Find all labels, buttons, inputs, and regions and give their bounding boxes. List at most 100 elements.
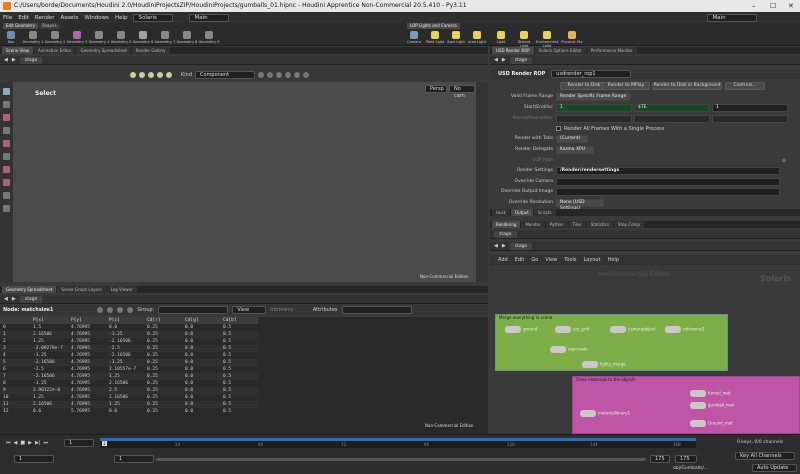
key-all-channels-button[interactable]: Key All Channels: [735, 452, 795, 460]
select-prim-icon[interactable]: [139, 72, 145, 78]
override-res-select[interactable]: None (USD Settings): [556, 199, 604, 211]
table-row[interactable]: 0 1.5 4.76995 0.0 0.25 0.0 0.5: [0, 324, 258, 331]
tab-animation-editor[interactable]: Animation Editor: [33, 47, 76, 54]
tab-performance-monitor[interactable]: Performance Monitor: [586, 47, 637, 54]
render-stage-path[interactable]: stage: [494, 230, 517, 238]
network-menu-tools[interactable]: Tools: [564, 257, 576, 263]
step-back-icon[interactable]: ◀: [14, 440, 18, 446]
table-row[interactable]: 2 1.25 4.76995 -2.16506 0.25 0.0 0.5: [0, 338, 258, 345]
rotate-icon[interactable]: [3, 114, 10, 121]
right-context-select[interactable]: Main: [707, 13, 758, 22]
back-icon[interactable]: ◀: [4, 57, 8, 63]
column-header[interactable]: Cd[b]: [220, 317, 258, 324]
menu-help[interactable]: Help: [115, 15, 128, 21]
jump-start-icon[interactable]: ⏮: [6, 440, 11, 446]
view-icon[interactable]: [3, 153, 10, 160]
stage-path[interactable]: stage: [19, 56, 43, 64]
tool-icon-3[interactable]: [276, 72, 283, 78]
column-header[interactable]: Cd[r]: [144, 317, 182, 324]
scale-icon[interactable]: [3, 127, 10, 134]
node-ground[interactable]: ground: [505, 326, 537, 333]
render-to-mplay-button[interactable]: Render to MPlay: [602, 82, 650, 90]
tab-monitor[interactable]: Monitor: [521, 221, 545, 228]
tab-log-viewer[interactable]: Log Viewer: [106, 286, 137, 293]
vertex-mode-icon[interactable]: [107, 307, 114, 313]
shelf-tool-area-light[interactable]: Area Light: [466, 31, 488, 44]
forward-icon[interactable]: ▶: [12, 296, 16, 302]
tab-scripts[interactable]: Scripts: [533, 209, 556, 216]
range-start-input[interactable]: 1: [114, 455, 154, 463]
select-geo-icon[interactable]: [148, 72, 154, 78]
shelf-tool-geo4[interactable]: Geometry 4: [88, 31, 110, 44]
shelf-tool-camera[interactable]: Camera: [403, 31, 425, 44]
playhead[interactable]: 1: [102, 441, 107, 446]
timeline-bar[interactable]: 1 24 48 72 96 120 144 168: [100, 438, 696, 448]
play-icon[interactable]: ▶: [28, 440, 32, 446]
column-header[interactable]: P[z]: [106, 317, 144, 324]
column-header[interactable]: P[y]: [68, 317, 106, 324]
detail-mode-icon[interactable]: [127, 307, 134, 313]
network-box-glass[interactable]: Glass materials to the objects: [572, 376, 800, 434]
table-row[interactable]: 8 -1.25 4.76995 2.16506 0.25 0.0 0.5: [0, 380, 258, 387]
shelf-tool-geo1[interactable]: Geometry 1: [22, 31, 44, 44]
node-ground-mat[interactable]: Ground_mat: [690, 420, 733, 427]
select-object-icon[interactable]: [157, 72, 163, 78]
back-icon[interactable]: ◀: [4, 296, 8, 302]
current-frame-field[interactable]: 1: [64, 439, 94, 447]
tool-icon-1[interactable]: [258, 72, 265, 78]
node-reference1[interactable]: reference1: [665, 326, 705, 333]
range-slider[interactable]: [156, 458, 646, 461]
shelf-tab-edit-geometry[interactable]: Edit Geometry: [3, 23, 38, 29]
tab-solaris-options[interactable]: Solaris Options Editor: [534, 47, 586, 54]
attributes-field[interactable]: [341, 306, 412, 314]
range-end-input[interactable]: 175: [650, 455, 670, 463]
tab-python[interactable]: Python: [545, 221, 568, 228]
network-menu-go[interactable]: Go: [531, 257, 538, 263]
select-arrow-icon[interactable]: [3, 88, 10, 95]
table-row[interactable]: 4 -1.25 4.76995 -2.16506 0.25 0.0 0.5: [0, 352, 258, 359]
render-to-disk-button[interactable]: Render to Disk: [560, 82, 608, 90]
render-background-button[interactable]: Render to Disk in Background: [652, 82, 722, 90]
tool-icon-2[interactable]: [267, 72, 274, 78]
camera-menu[interactable]: No cam: [449, 85, 475, 99]
minimize-icon[interactable]: –: [752, 0, 756, 12]
persp-menu[interactable]: Persp: [425, 85, 447, 93]
table-row[interactable]: 11 2.16506 4.76995 1.25 0.25 0.0 0.5: [0, 401, 258, 408]
network-menu-help[interactable]: Help: [608, 257, 619, 263]
inc-frame-field[interactable]: 1: [712, 104, 788, 112]
table-row[interactable]: 5 -2.16506 4.76995 -1.25 0.25 0.0 0.5: [0, 359, 258, 366]
context-select[interactable]: Main: [189, 13, 230, 22]
group-field[interactable]: [158, 306, 229, 314]
rop-name-field[interactable]: usdrender_rop1: [551, 70, 632, 78]
render-settings-field[interactable]: /Render/rendersettings: [556, 167, 780, 175]
tab-usd-render-rop[interactable]: USD Render ROP: [492, 47, 534, 54]
shelf-tool-geo5[interactable]: Geometry 5: [110, 31, 132, 44]
shelf-tool-point-light[interactable]: Point Light: [424, 31, 446, 44]
auto-update-button[interactable]: Auto Update: [752, 464, 797, 472]
light-tool-icon[interactable]: [3, 166, 10, 173]
postroll-field[interactable]: [634, 115, 710, 123]
preroll-field[interactable]: [556, 115, 632, 123]
shelf-tool-distant-light[interactable]: Distant Light: [513, 31, 535, 48]
camera-tool-icon[interactable]: [3, 179, 10, 186]
table-row[interactable]: 3 -2.09278e-7 4.76995 -2.5 0.25 0.0 0.5: [0, 345, 258, 352]
tab-rendering[interactable]: Rendering: [492, 221, 521, 228]
start-frame-input[interactable]: 1: [14, 455, 54, 463]
column-header[interactable]: [0, 317, 30, 324]
network-menu-view[interactable]: View: [545, 257, 557, 263]
lop-path-picker-icon[interactable]: ⊙: [782, 158, 786, 164]
menu-windows[interactable]: Windows: [84, 15, 109, 21]
grid-icon[interactable]: [3, 205, 10, 212]
tab-scene-view[interactable]: Scene View: [2, 47, 33, 54]
valid-frame-range-select[interactable]: Render Specific Frame Range: [556, 93, 630, 101]
intrinsics-select[interactable]: Intrinsics: [270, 307, 293, 313]
shelf-tool-geo2[interactable]: Geometry 2: [44, 31, 66, 44]
all-frames-checkbox[interactable]: [556, 126, 561, 131]
spreadsheet-stage-path[interactable]: stage: [19, 295, 43, 303]
shelf-tool-light[interactable]: Light: [490, 31, 512, 44]
node-gumball-mat[interactable]: gumball_mat: [690, 402, 734, 409]
prim-mode-icon[interactable]: [117, 307, 124, 313]
network-menu-layout[interactable]: Layout: [584, 257, 601, 263]
desktop-select[interactable]: Solaris: [133, 13, 174, 22]
kind-select[interactable]: Component: [195, 71, 256, 79]
